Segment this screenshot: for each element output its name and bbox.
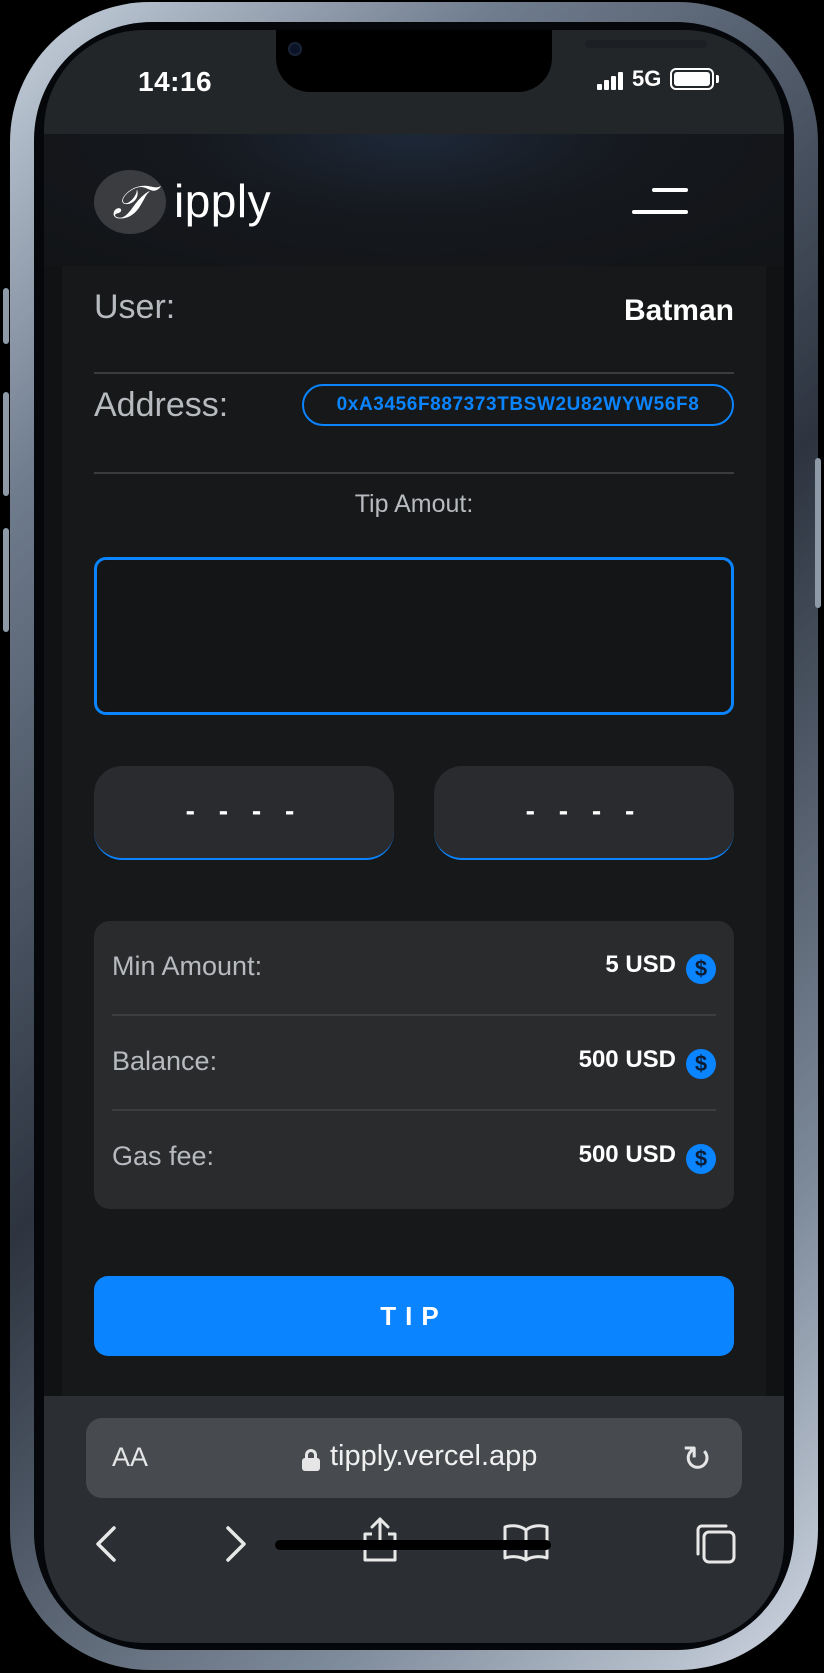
preset-amount-button-2[interactable]: - - - - [434,766,734,860]
back-icon[interactable] [92,1524,118,1574]
hamburger-menu-icon[interactable] [632,188,688,216]
app-header: 𝒯 ipply [44,134,784,266]
info-box: Min Amount: 5 USD $ Balance: 500 USD $ G… [94,921,734,1209]
gas-fee-row: Gas fee: 500 USD $ [112,1111,716,1206]
network-type: 5G [632,66,662,91]
min-amount-label: Min Amount: [112,951,263,981]
address-label: Address: [94,386,229,424]
gas-fee-value: 500 USD [578,1141,676,1168]
app-name[interactable]: ipply [174,174,271,228]
volume-down-button [3,528,9,632]
min-amount-value: 5 USD [605,951,676,978]
logo-icon[interactable]: 𝒯 [94,170,166,234]
divider [94,472,734,474]
user-value: Batman [623,294,734,327]
url-bar[interactable]: AA tipply.vercel.app ↻ [86,1418,742,1498]
text-size-button[interactable]: AA [112,1442,148,1473]
signal-icon [597,72,625,90]
min-amount-row: Min Amount: 5 USD $ [112,921,716,1016]
preset-amount-button-1[interactable]: - - - - [94,766,394,860]
dollar-coin-icon: $ [686,954,716,984]
tip-button[interactable]: TIP [94,1276,734,1356]
tip-card: User: Batman Address: 0xA3456F887373TBSW… [62,266,766,1426]
tip-amount-input[interactable] [94,557,734,715]
battery-tip [716,75,719,83]
dollar-coin-icon: $ [686,1144,716,1174]
forward-icon[interactable] [224,1524,250,1574]
url-text[interactable]: tipply.vercel.app [330,1440,537,1473]
power-button [815,458,821,608]
user-label: User: [94,288,176,326]
tabs-icon[interactable] [694,1522,738,1576]
screen: 14:16 5G 𝒯 ipply User: Batman Address: 0… [44,30,784,1643]
volume-up-button [3,392,9,496]
address-badge[interactable]: 0xA3456F887373TBSW2U82WYW56F8 [302,384,734,426]
balance-value: 500 USD [578,1046,676,1073]
balance-row: Balance: 500 USD $ [112,1016,716,1111]
balance-label: Balance: [112,1046,218,1076]
lock-icon [302,1449,320,1471]
front-camera-icon [288,42,302,56]
home-indicator[interactable] [275,1540,551,1550]
gas-fee-label: Gas fee: [112,1141,215,1171]
status-time: 14:16 [138,66,213,97]
divider [94,372,734,374]
battery-level [674,72,710,86]
tip-amount-label: Tip Amout: [354,490,474,518]
reload-icon[interactable]: ↻ [682,1438,712,1480]
speaker [585,40,707,48]
notch [276,30,707,92]
status-bar: 14:16 5G [44,30,784,134]
battery-icon [670,68,714,90]
dollar-coin-icon: $ [686,1049,716,1079]
browser-toolbar: AA tipply.vercel.app ↻ [44,1396,784,1643]
mute-switch [3,288,9,344]
